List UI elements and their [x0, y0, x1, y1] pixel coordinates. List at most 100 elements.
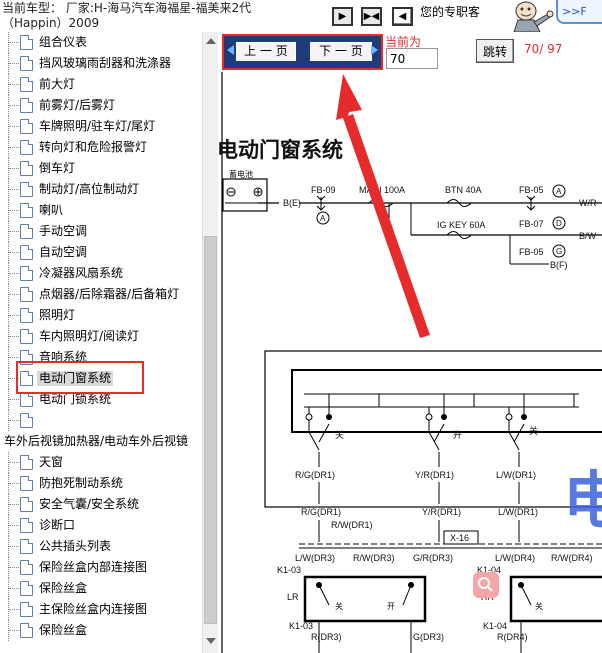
- corner-link[interactable]: >>F: [556, 0, 602, 24]
- document-icon: [20, 98, 33, 113]
- wiring-diagram: 电动门窗系统 蓄电池 B(E) FB-09 A MAIN 100A BTN 40…: [219, 72, 602, 653]
- play-forward-icon[interactable]: ▶: [332, 7, 353, 26]
- corner-link-text[interactable]: >>F: [562, 5, 587, 18]
- sidebar-item[interactable]: 保险丝盒: [0, 578, 202, 599]
- sidebar-item-label: 天窗: [39, 455, 64, 469]
- switch-off-label-1: 关: [335, 429, 344, 440]
- wire-bf: B(F): [550, 260, 568, 270]
- sidebar-item[interactable]: 保险丝盒内部连接图: [0, 557, 202, 578]
- next-page-button[interactable]: 下 一 页: [310, 42, 372, 61]
- sidebar-item[interactable]: 前大灯: [0, 74, 202, 95]
- document-icon: [20, 392, 33, 407]
- document-icon: [20, 77, 33, 92]
- sidebar-item[interactable]: 前雾灯/后雾灯: [0, 95, 202, 116]
- sidebar-item-label: 喇叭: [39, 203, 64, 217]
- category-tree: 组合仪表 挡风玻璃雨刮器和洗涤器 前大灯前雾灯/后雾灯车牌照明/驻车灯/尾灯 转向灯和…: [0, 32, 202, 653]
- document-icon: [20, 329, 33, 344]
- sidebar-item[interactable]: 安全气囊/安全系统: [0, 494, 202, 515]
- diagram-viewer: 电动门窗系统 蓄电池 B(E) FB-09 A MAIN 100A BTN 40…: [219, 72, 602, 653]
- sidebar-item[interactable]: 转向灯和危险报警灯: [0, 137, 202, 158]
- scroll-down-arrow-icon[interactable]: [206, 638, 216, 644]
- sidebar-item-label: 自动空调: [39, 245, 88, 259]
- sidebar-item[interactable]: 主保险丝盒内连接图: [0, 599, 202, 620]
- sidebar-item-label: 公共插头列表: [39, 539, 112, 553]
- current-car-model: 当前车型： 厂家:H-海马汽车海福星-福美来2代 （Happin）2009: [2, 1, 270, 32]
- tree-connector: [8, 557, 19, 578]
- connector-k104-b: K1-04: [483, 621, 507, 631]
- prev-arrow-icon[interactable]: [227, 45, 234, 55]
- tree-connector: [8, 536, 19, 557]
- sidebar-item-label: 车外后视镜加热器/电动车外后视镜: [4, 434, 189, 448]
- document-icon: [20, 245, 33, 260]
- connector-k103-b: K1-03: [289, 621, 313, 631]
- tree-connector: [8, 221, 19, 242]
- sidebar-item-label: 前雾灯/后雾灯: [39, 98, 116, 112]
- sidebar-item[interactable]: 挡风玻璃雨刮器和洗涤器: [0, 53, 202, 74]
- sidebar-item-label: 冷凝器风扇系统: [39, 266, 124, 280]
- connector-x16: X-16: [450, 533, 469, 543]
- sidebar-item-label: 保险丝盒: [39, 623, 88, 637]
- selected-item-highlight: [16, 361, 144, 394]
- sidebar-item[interactable]: 车牌照明/驻车灯/尾灯: [0, 116, 202, 137]
- wire-wr: W/R: [579, 198, 597, 208]
- connector-a1: A: [320, 214, 326, 223]
- tree-connector: [8, 53, 19, 74]
- sidebar-item[interactable]: 保险丝盒: [0, 620, 202, 641]
- sidebar-item-label: 照明灯: [39, 308, 76, 322]
- tree-connector: [8, 263, 19, 284]
- battery-label: 蓄电池: [229, 169, 253, 179]
- document-icon: [20, 308, 33, 323]
- sidebar-item[interactable]: 车外后视镜加热器/电动车外后视镜: [0, 431, 202, 452]
- fuse-main100a: MAIN 100A: [359, 185, 405, 195]
- document-icon: [20, 119, 33, 134]
- sidebar-item[interactable]: 冷凝器风扇系统: [0, 263, 202, 284]
- sidebar-item-label: 点烟器/后除霜器/后备箱灯: [39, 287, 180, 301]
- document-icon: [20, 224, 33, 239]
- diagram-title: 电动门窗系统: [219, 138, 343, 162]
- sidebar-item-label: 诊断口: [39, 518, 76, 532]
- connector-a2: A: [556, 187, 562, 196]
- sidebar-item[interactable]: 制动灯/高位制动灯: [0, 179, 202, 200]
- skip-both-icon[interactable]: ▶◀: [361, 7, 382, 26]
- fuse-fb09: FB-09: [311, 185, 336, 195]
- tree-connector: [8, 179, 19, 200]
- document-icon: [20, 602, 33, 617]
- sidebar-item[interactable]: 诊断口: [0, 515, 202, 536]
- sidebar-item-label: 车牌照明/驻车灯/尾灯: [39, 119, 156, 133]
- page-counter: 70/ 97: [524, 42, 563, 56]
- sidebar-item[interactable]: 自动空调: [0, 242, 202, 263]
- document-icon: [20, 161, 33, 176]
- sidebar-item[interactable]: 倒车灯: [0, 158, 202, 179]
- scrollbar-thumb[interactable]: [204, 236, 217, 624]
- wire-gr-dr3: G/R(DR3): [413, 553, 453, 563]
- next-arrow-icon[interactable]: [371, 45, 378, 55]
- scroll-up-arrow-icon[interactable]: [206, 38, 216, 44]
- top-bar: 当前车型： 厂家:H-海马汽车海福星-福美来2代 （Happin）2009 ▶ …: [0, 0, 602, 32]
- tree-connector: [8, 578, 19, 599]
- sidebar-item[interactable]: 天窗: [0, 452, 202, 473]
- wire-be: B(E): [283, 198, 301, 208]
- sidebar-item[interactable]: 点烟器/后除霜器/后备箱灯: [0, 284, 202, 305]
- sidebar-item[interactable]: 公共插头列表: [0, 536, 202, 557]
- sidebar-item[interactable]: 防抱死制动系统: [0, 473, 202, 494]
- tree-connector: [8, 410, 19, 431]
- lr-off-label: 关: [335, 601, 343, 611]
- rr-off-label: 关: [535, 601, 543, 611]
- sidebar-item[interactable]: [0, 410, 202, 431]
- sidebar-item[interactable]: 车内照明灯/阅读灯: [0, 326, 202, 347]
- search-icon[interactable]: [473, 572, 499, 598]
- sidebar-scrollbar[interactable]: [202, 32, 218, 653]
- page-number-input[interactable]: [386, 48, 438, 69]
- jump-button[interactable]: 跳转: [476, 39, 514, 63]
- play-back-icon[interactable]: ◀: [392, 7, 413, 26]
- sidebar-item[interactable]: 手动空调: [0, 221, 202, 242]
- sidebar-item[interactable]: 组合仪表: [0, 32, 202, 53]
- sidebar-item[interactable]: 喇叭: [0, 200, 202, 221]
- tree-connector: [8, 473, 19, 494]
- sidebar-tree-panel: 组合仪表 挡风玻璃雨刮器和洗涤器 前大灯前雾灯/后雾灯车牌照明/驻车灯/尾灯 转向灯和…: [0, 32, 218, 653]
- sidebar-item-label: 转向灯和危险报警灯: [39, 140, 148, 154]
- prev-page-button[interactable]: 上 一 页: [236, 42, 296, 61]
- sidebar-item[interactable]: 照明灯: [0, 305, 202, 326]
- document-icon: [20, 623, 33, 638]
- document-icon: [20, 182, 33, 197]
